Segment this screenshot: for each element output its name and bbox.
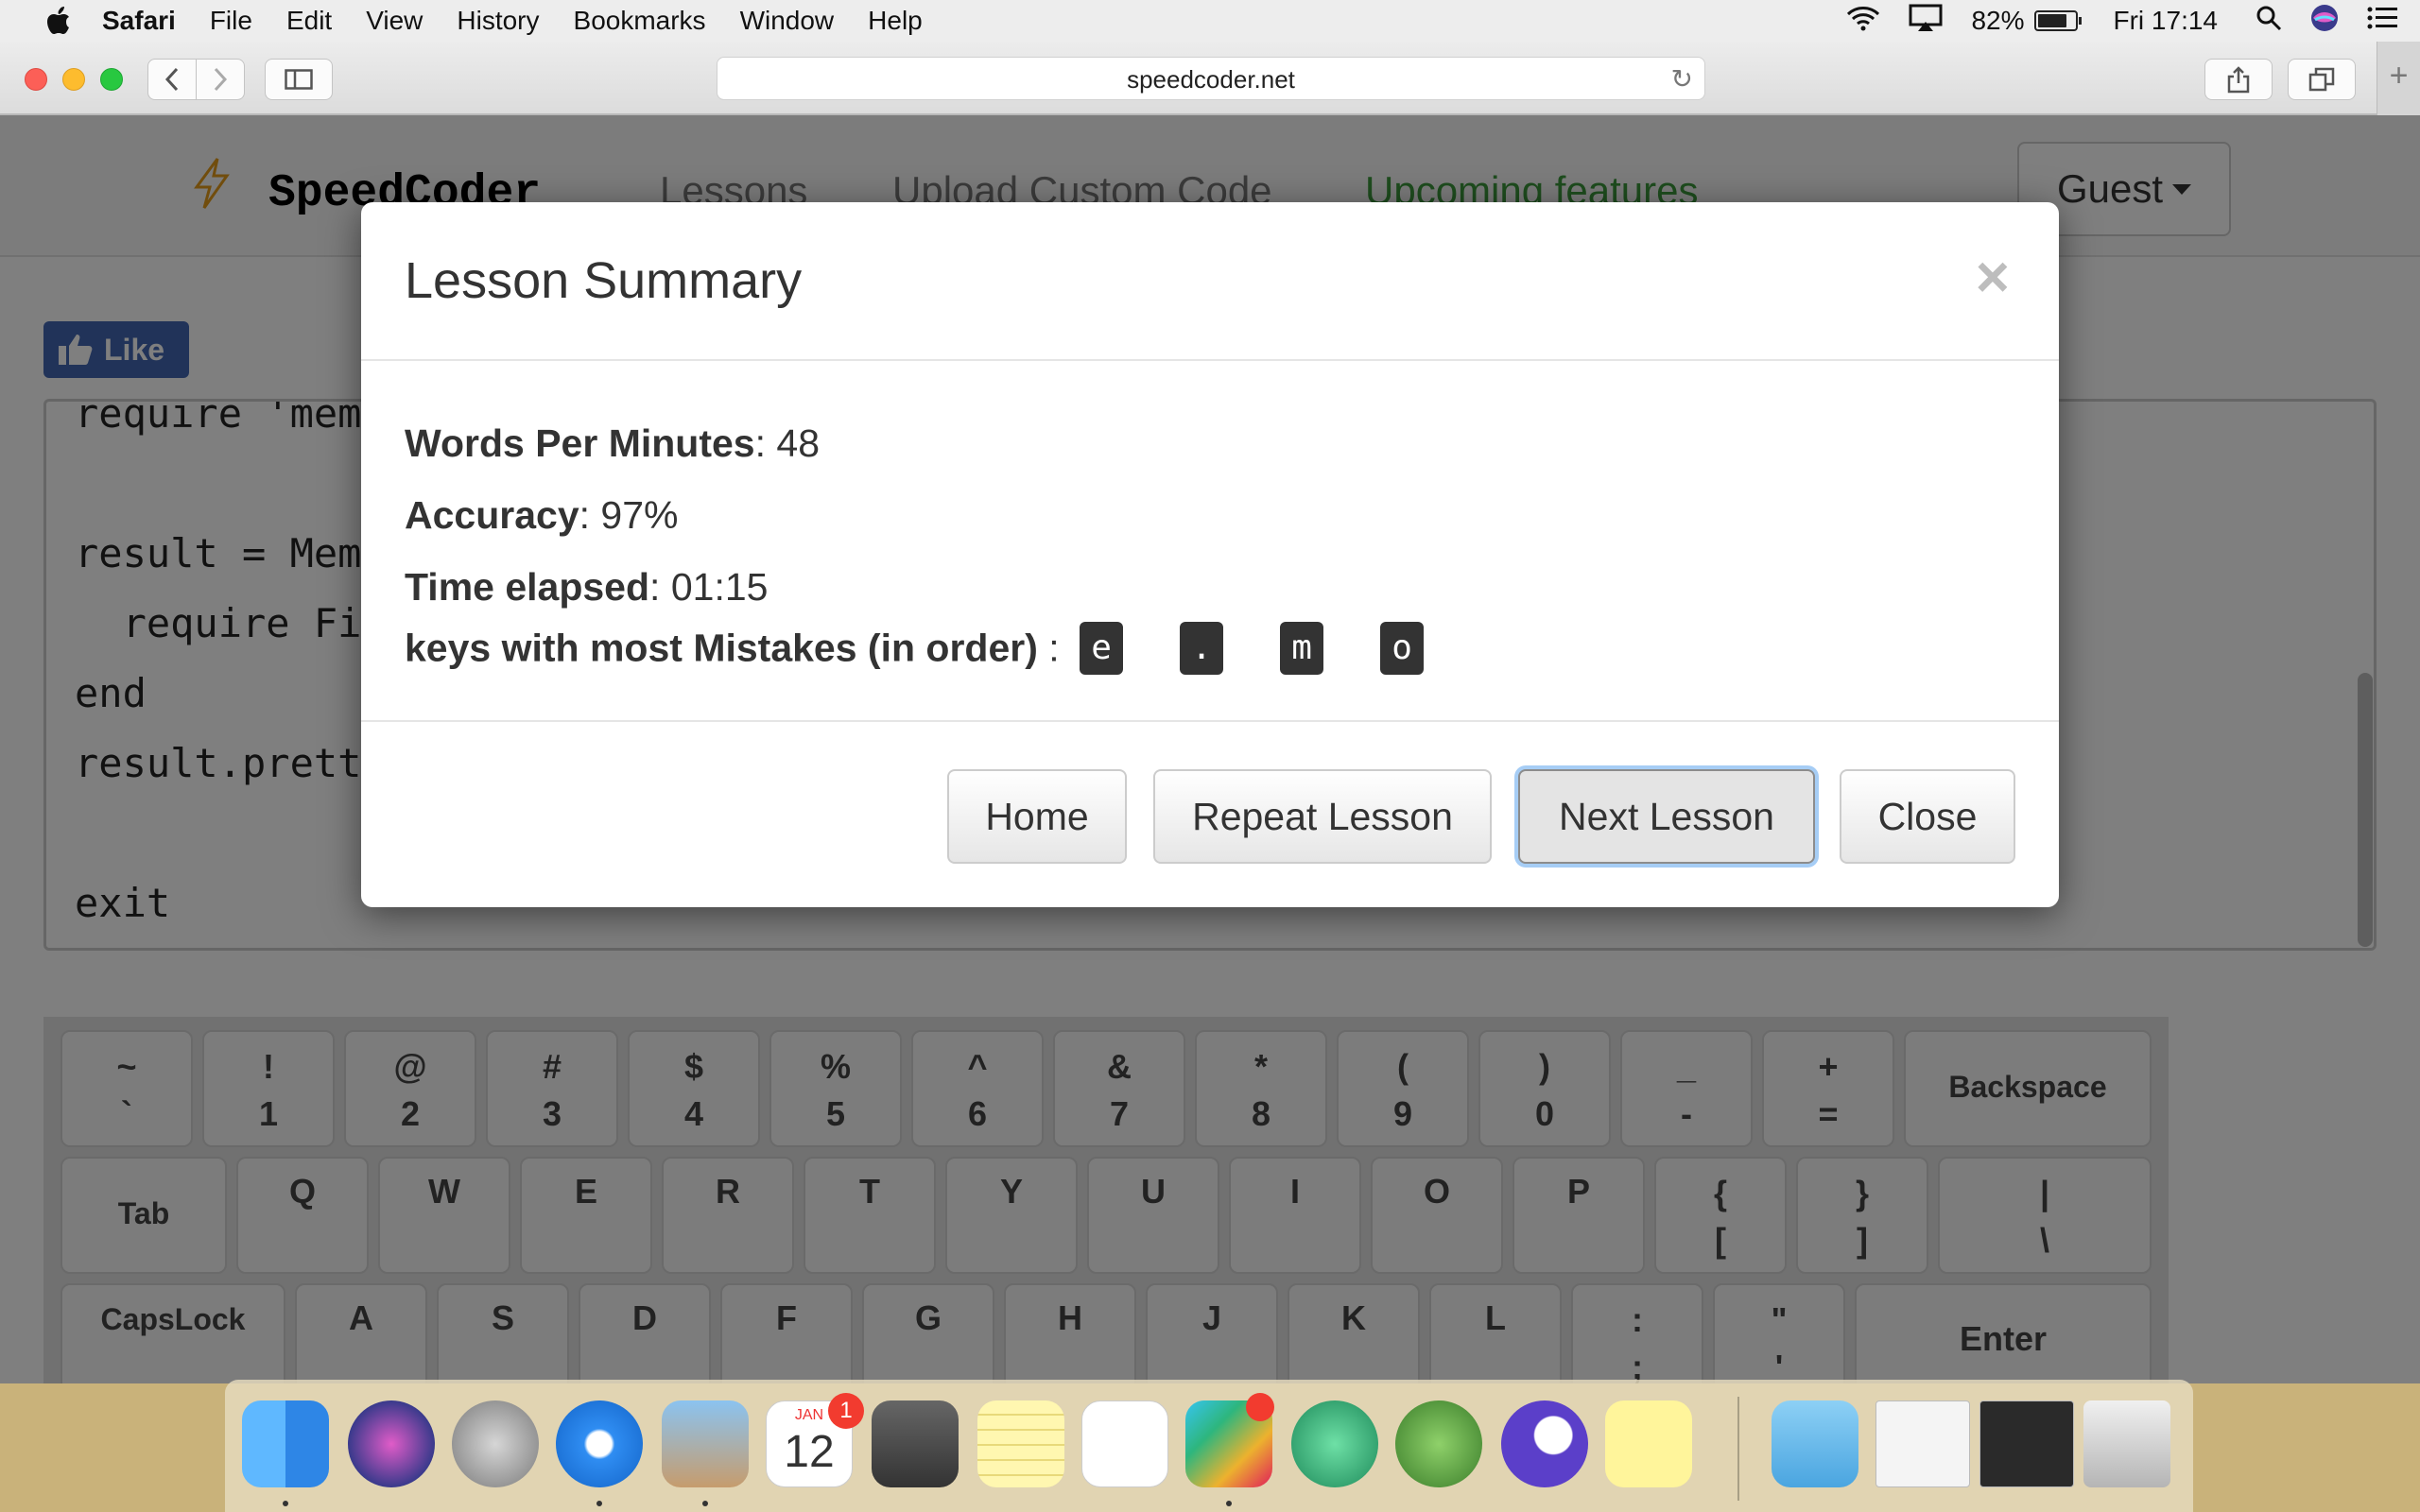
browser-toolbar: speedcoder.net ↻ xyxy=(0,42,2420,115)
notification-badge xyxy=(1246,1393,1274,1421)
menu-app-name[interactable]: Safari xyxy=(102,6,176,36)
notes-icon[interactable] xyxy=(977,1400,1064,1487)
tab-overview-button[interactable] xyxy=(2288,59,2356,100)
next-lesson-button[interactable]: Next Lesson xyxy=(1518,769,1815,864)
trash-icon[interactable] xyxy=(2083,1400,2170,1487)
address-bar[interactable]: speedcoder.net ↻ xyxy=(717,57,1705,100)
battery-percent: 82% xyxy=(1971,6,2025,35)
stat-mistake-keys: keys with most Mistakes (in order) : e.m… xyxy=(405,622,1471,675)
repeat-lesson-button[interactable]: Repeat Lesson xyxy=(1153,769,1492,864)
share-icon xyxy=(2227,66,2250,94)
stat-label: keys with most Mistakes (in order) xyxy=(405,626,1038,670)
dock-separator xyxy=(1737,1397,1739,1501)
siri-icon[interactable] xyxy=(2310,4,2339,39)
back-button[interactable] xyxy=(147,59,197,100)
stat-value: 48 xyxy=(776,421,820,465)
modal-title: Lesson Summary xyxy=(405,252,803,309)
window-preview-icon[interactable] xyxy=(1876,1400,1970,1487)
calendar-badge: 1 xyxy=(828,1393,864,1429)
clock[interactable]: Fri 17:14 xyxy=(2114,6,2219,36)
stat-wpm: Words Per Minutes: 48 xyxy=(405,421,820,465)
apple-menu-icon[interactable] xyxy=(38,0,79,42)
home-button[interactable]: Home xyxy=(947,769,1127,864)
menu-edit[interactable]: Edit xyxy=(286,6,332,36)
mail-icon[interactable] xyxy=(662,1400,749,1487)
reminders-icon[interactable] xyxy=(1081,1400,1168,1487)
chevron-left-icon xyxy=(164,67,179,92)
mistake-key: m xyxy=(1280,622,1324,675)
forward-button[interactable] xyxy=(196,59,245,100)
mistake-key: e xyxy=(1080,622,1124,675)
stat-value: 01:15 xyxy=(670,565,769,609)
mistake-key: . xyxy=(1180,622,1224,675)
url-text: speedcoder.net xyxy=(1127,65,1295,94)
share-button[interactable] xyxy=(2204,59,2273,100)
downloads-folder-icon[interactable] xyxy=(1772,1400,1858,1487)
app-icon[interactable] xyxy=(1501,1400,1588,1487)
window-minimize-button[interactable] xyxy=(62,68,85,91)
stat-accuracy: Accuracy: 97% xyxy=(405,493,679,537)
reload-icon[interactable]: ↻ xyxy=(1671,58,1693,101)
android-studio-icon[interactable] xyxy=(1395,1400,1482,1487)
menu-file[interactable]: File xyxy=(210,6,252,36)
window-zoom-button[interactable] xyxy=(100,68,123,91)
atom-icon[interactable] xyxy=(1291,1400,1378,1487)
finder-icon[interactable] xyxy=(242,1400,329,1487)
menu-bookmarks[interactable]: Bookmarks xyxy=(574,6,706,36)
menu-view[interactable]: View xyxy=(366,6,423,36)
stickies-icon[interactable] xyxy=(1605,1400,1692,1487)
menu-window[interactable]: Window xyxy=(740,6,835,36)
macos-menubar: Safari File Edit View History Bookmarks … xyxy=(0,0,2420,42)
stat-time-elapsed: Time elapsed: 01:15 xyxy=(405,565,769,609)
calendar-day: 12 xyxy=(784,1427,835,1477)
modal-header: Lesson Summary × xyxy=(361,202,2059,361)
battery-icon[interactable] xyxy=(2033,10,2082,31)
new-tab-button[interactable]: + xyxy=(2377,42,2420,115)
launchpad-icon[interactable] xyxy=(452,1400,539,1487)
tabs-icon xyxy=(2308,67,2335,92)
sidebar-icon xyxy=(285,69,313,90)
airplay-icon[interactable] xyxy=(1909,4,1943,39)
menu-help[interactable]: Help xyxy=(868,6,923,36)
safari-icon[interactable] xyxy=(556,1400,643,1487)
running-indicator xyxy=(283,1501,288,1506)
wifi-icon[interactable] xyxy=(1846,5,1880,38)
stat-label: Accuracy xyxy=(405,493,579,537)
stat-label: Time elapsed xyxy=(405,565,650,609)
menu-history[interactable]: History xyxy=(457,6,539,36)
calculator-icon[interactable] xyxy=(872,1400,959,1487)
sidebar-toggle-button[interactable] xyxy=(265,59,333,100)
running-indicator xyxy=(596,1501,602,1506)
close-icon[interactable]: × xyxy=(1976,244,2010,311)
stat-label: Words Per Minutes xyxy=(405,421,755,465)
window-close-button[interactable] xyxy=(25,68,47,91)
notification-center-icon[interactable] xyxy=(2367,6,2397,37)
chevron-right-icon xyxy=(214,67,228,92)
running-indicator xyxy=(1226,1501,1232,1506)
running-indicator xyxy=(702,1501,708,1506)
macos-dock: JAN 12 1 xyxy=(225,1380,2193,1512)
modal-footer: Home Repeat Lesson Next Lesson Close xyxy=(361,720,2059,907)
window-preview-icon[interactable] xyxy=(1979,1400,2074,1487)
mistake-key: o xyxy=(1380,622,1425,675)
siri-icon[interactable] xyxy=(348,1400,435,1487)
stat-value: 97% xyxy=(600,493,679,537)
lesson-summary-modal: Lesson Summary × Words Per Minutes: 48 A… xyxy=(361,202,2059,907)
close-button[interactable]: Close xyxy=(1840,769,2015,864)
plus-icon: + xyxy=(2389,58,2409,94)
spotlight-search-icon[interactable] xyxy=(2256,5,2282,38)
